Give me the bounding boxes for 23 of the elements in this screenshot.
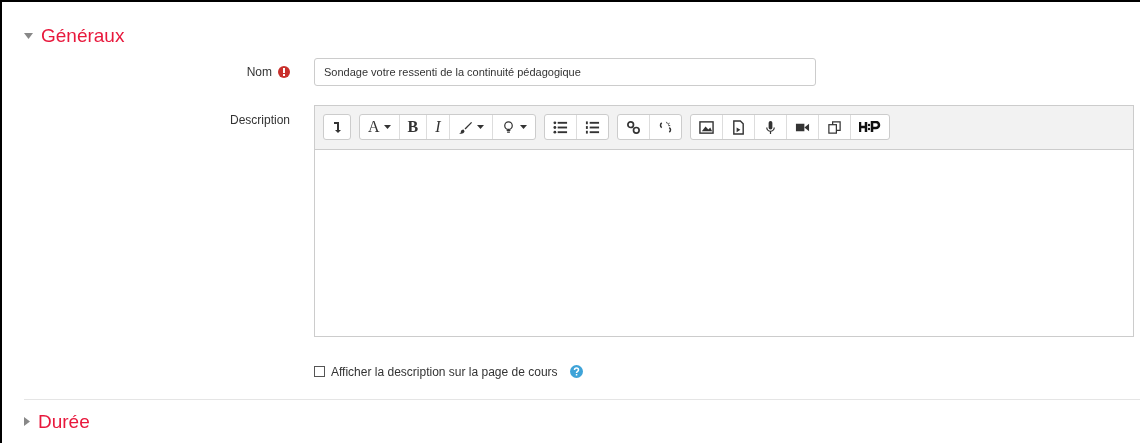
expand-caret-icon[interactable] bbox=[24, 417, 30, 427]
section-heading[interactable]: Durée bbox=[38, 407, 90, 436]
arrow-down-icon bbox=[332, 120, 342, 134]
numbered-list-icon bbox=[584, 119, 600, 135]
paintbrush-icon bbox=[457, 119, 473, 135]
image-icon bbox=[698, 119, 714, 135]
toolbar-button[interactable]: A bbox=[360, 115, 399, 139]
toolbar-button[interactable]: B bbox=[398, 115, 427, 139]
media-file-icon bbox=[730, 119, 746, 135]
section-heading[interactable]: Généraux bbox=[41, 22, 125, 51]
checkbox[interactable] bbox=[314, 366, 325, 377]
unlink-icon bbox=[657, 119, 673, 135]
name-input-field[interactable]: Sondage votre ressenti de la continuité pédagogique bbox=[314, 57, 816, 86]
checkbox-label[interactable]: Afficher la description sur la page de cours bbox=[331, 362, 558, 381]
collapse-caret-icon[interactable] bbox=[24, 33, 33, 40]
copy-icon bbox=[826, 119, 842, 135]
link-icon bbox=[625, 119, 641, 135]
field-label: Description bbox=[229, 111, 290, 129]
toolbar-button[interactable]: I bbox=[426, 115, 449, 139]
logo-icon bbox=[858, 121, 881, 133]
bullet-list-icon bbox=[552, 119, 568, 135]
help-icon[interactable] bbox=[569, 365, 583, 378]
field-label: Nom bbox=[246, 63, 272, 81]
